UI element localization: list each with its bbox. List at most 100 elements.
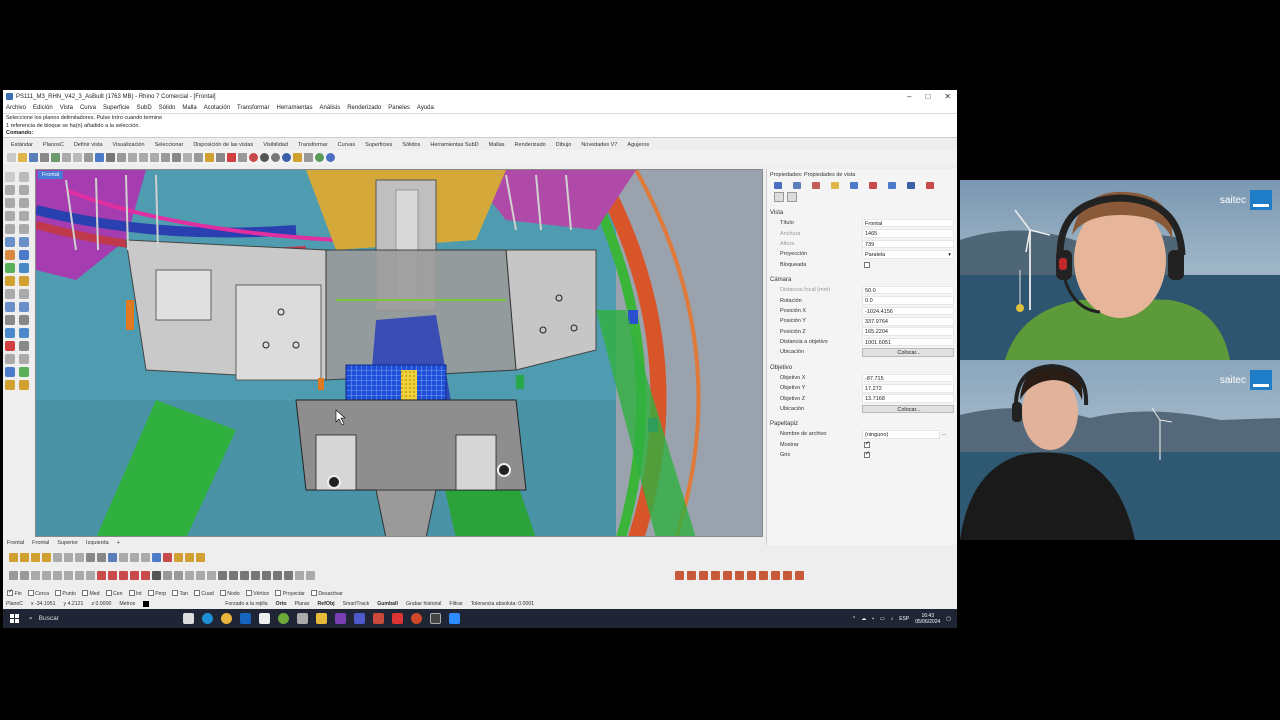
status-planar[interactable]: Planar xyxy=(295,601,310,607)
status-plane[interactable]: PlanoC xyxy=(6,601,23,607)
menu-solido[interactable]: Sólido xyxy=(159,105,176,111)
subd-icon[interactable] xyxy=(19,263,29,273)
block-icon[interactable] xyxy=(141,553,150,562)
osnap-checkbox[interactable] xyxy=(7,588,13,596)
layer-icon[interactable] xyxy=(64,553,73,562)
taskbar-search[interactable]: ⌕ Buscar xyxy=(25,609,175,628)
viewport-tab-izquierda[interactable]: Izquierda xyxy=(86,540,109,546)
tab-definir-vista[interactable]: Definir vista xyxy=(74,142,103,148)
camera-red-icon[interactable] xyxy=(108,571,117,580)
menu-paneles[interactable]: Paneles xyxy=(388,105,410,111)
copy-transform-icon[interactable] xyxy=(19,315,29,325)
camera-icon[interactable] xyxy=(152,571,161,580)
camera-red-icon[interactable] xyxy=(130,571,139,580)
gris-checkbox[interactable] xyxy=(864,451,870,458)
menu-analisis[interactable]: Análisis xyxy=(320,105,341,111)
open-folder-icon[interactable] xyxy=(18,152,27,162)
select-arrow-icon[interactable] xyxy=(5,172,15,182)
camera-red-icon[interactable] xyxy=(97,571,106,580)
zoom-icon[interactable] xyxy=(128,152,137,162)
app-cloud-icon[interactable] xyxy=(297,613,308,624)
colocar-camara-button[interactable]: Colocar... xyxy=(862,348,954,357)
app-red-icon[interactable] xyxy=(373,613,384,624)
viewport-tab-frontal-2[interactable]: Frontal xyxy=(32,540,49,546)
render-mat-icon[interactable] xyxy=(759,571,768,580)
posx-field[interactable]: -1024.4156 xyxy=(862,306,954,316)
tab-disposicion[interactable]: Disposición de las vistas xyxy=(193,142,253,148)
osnap-fin[interactable]: Fin xyxy=(7,588,22,597)
objetivo-z-field[interactable]: 13.7168 xyxy=(862,394,954,403)
lightbulb-icon[interactable] xyxy=(293,152,302,162)
zoom-icon[interactable] xyxy=(86,571,95,580)
render-mat-icon[interactable] xyxy=(723,571,732,580)
titulo-field[interactable]: Frontal xyxy=(862,218,954,228)
status-orto[interactable]: Orto xyxy=(276,601,287,607)
named-view-icon[interactable] xyxy=(163,571,172,580)
maximize-button[interactable]: □ xyxy=(925,92,930,101)
camera-red-icon[interactable] xyxy=(141,571,150,580)
curve-icon[interactable] xyxy=(5,198,15,208)
viewport-layout-icon[interactable] xyxy=(183,152,192,162)
archivo-field[interactable]: (ninguno) xyxy=(862,430,940,439)
menu-edicion[interactable]: Edición xyxy=(33,105,53,111)
proyeccion-select[interactable]: Paralela ▾ xyxy=(862,250,954,259)
chrome-icon[interactable] xyxy=(221,613,232,624)
zoom-window-icon[interactable] xyxy=(139,152,148,162)
named-view-icon[interactable] xyxy=(174,571,183,580)
render-mat-icon[interactable] xyxy=(675,571,684,580)
arc-icon[interactable] xyxy=(5,224,15,234)
osnap-checkbox[interactable] xyxy=(81,590,88,596)
render-mat-icon[interactable] xyxy=(699,571,708,580)
split-icon[interactable] xyxy=(19,289,29,299)
status-history[interactable]: Grabar historial xyxy=(406,601,441,607)
check-icon[interactable] xyxy=(19,367,29,377)
render-mat-icon[interactable] xyxy=(735,571,744,580)
tab-curvas[interactable]: Curvas xyxy=(338,142,355,148)
viewport-tab-add[interactable]: + xyxy=(117,540,120,546)
distancia-field[interactable]: 1001.6051 xyxy=(862,337,954,347)
rhino-task-icon[interactable] xyxy=(430,613,441,624)
tab-herramientas-subd[interactable]: Herramientas SubD xyxy=(430,142,478,148)
gizmo-icon[interactable] xyxy=(306,571,315,580)
gizmo-icon[interactable] xyxy=(218,571,227,580)
block-icon[interactable] xyxy=(119,553,128,562)
status-gumball[interactable]: Gumball xyxy=(377,601,398,607)
light-bulb-icon[interactable] xyxy=(31,553,40,562)
focal-field[interactable]: 50.0 xyxy=(862,285,954,295)
grid-icon[interactable] xyxy=(172,152,181,162)
delete-x-icon[interactable] xyxy=(163,553,172,562)
render-mat-icon[interactable] xyxy=(687,571,696,580)
sphere-icon[interactable] xyxy=(19,250,29,260)
tab-solidos[interactable]: Sólidos xyxy=(402,142,420,148)
osnap-checkbox[interactable] xyxy=(105,590,112,596)
pan-hand-icon[interactable] xyxy=(106,152,115,162)
edge-icon[interactable] xyxy=(202,613,213,624)
tab-dibujo[interactable]: Dibujo xyxy=(556,142,572,148)
objetivo-x-field[interactable]: -87.715 xyxy=(862,373,954,383)
undo-icon[interactable] xyxy=(95,152,104,162)
zoom-icon[interactable] xyxy=(53,571,62,580)
shield-icon[interactable] xyxy=(926,181,934,189)
select-points-icon[interactable] xyxy=(216,152,225,162)
shaded-icon[interactable] xyxy=(260,152,269,162)
delete-icon[interactable] xyxy=(227,152,236,162)
osnap-checkbox[interactable] xyxy=(245,590,252,596)
usb-icon[interactable]: ▪ xyxy=(872,616,874,622)
material-icon[interactable] xyxy=(793,181,801,189)
display-icon[interactable] xyxy=(850,181,858,189)
osnap-desactivar[interactable]: Desactivar xyxy=(310,589,343,597)
file-icon[interactable] xyxy=(259,613,270,624)
tab-renderizado[interactable]: Renderizado xyxy=(515,142,546,148)
gizmo-icon[interactable] xyxy=(251,571,260,580)
light-bulb-icon[interactable] xyxy=(185,553,194,562)
app-green-icon[interactable] xyxy=(278,613,289,624)
zoom-app-icon[interactable] xyxy=(449,613,460,624)
join-icon[interactable] xyxy=(5,302,15,312)
help-icon[interactable] xyxy=(326,152,335,162)
tab-seleccionar[interactable]: Seleccionar xyxy=(155,142,184,148)
osnap-checkbox[interactable] xyxy=(27,590,34,596)
mirror-icon[interactable] xyxy=(5,341,15,351)
rendered-icon[interactable] xyxy=(271,152,280,162)
menu-curva[interactable]: Curva xyxy=(80,105,96,111)
menu-renderizado[interactable]: Renderizado xyxy=(347,105,381,111)
